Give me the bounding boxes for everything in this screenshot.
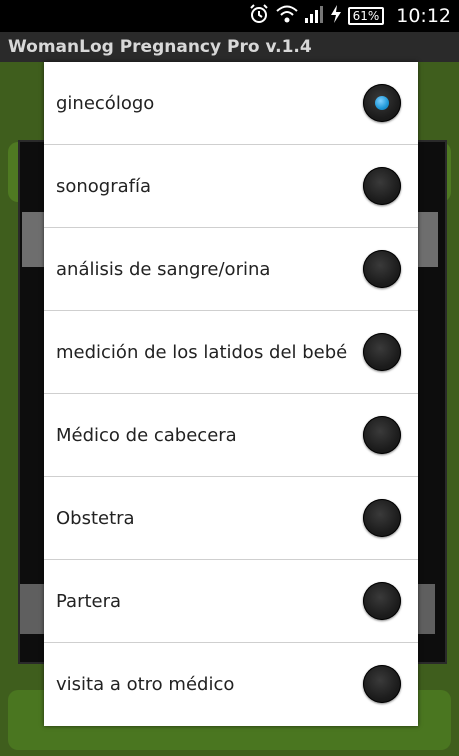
radio-unselected-icon[interactable]	[363, 665, 401, 703]
option-label: Partera	[56, 590, 122, 612]
option-otro-medico[interactable]: visita a otro médico	[44, 643, 418, 726]
app-title: WomanLog Pregnancy Pro v.1.4	[0, 32, 459, 62]
radio-unselected-icon[interactable]	[363, 416, 401, 454]
option-label: ginecólogo	[56, 92, 155, 114]
radio-unselected-icon[interactable]	[363, 333, 401, 371]
signal-icon	[304, 4, 324, 28]
option-label: visita a otro médico	[56, 674, 235, 695]
option-label: sonografía	[56, 175, 152, 197]
option-label: Médico de cabecera	[56, 424, 237, 446]
charging-icon	[330, 4, 342, 28]
selection-dialog: ginecólogo sonografía análisis de sangre…	[44, 62, 418, 726]
status-bar: 61% 10:12	[0, 0, 459, 32]
battery-icon: 61%	[347, 7, 385, 25]
radio-unselected-icon[interactable]	[363, 167, 401, 205]
radio-unselected-icon[interactable]	[363, 582, 401, 620]
option-analisis[interactable]: análisis de sangre/orina	[44, 228, 418, 311]
clock: 10:12	[396, 5, 451, 27]
wifi-icon	[275, 4, 298, 28]
option-latidos[interactable]: medición de los latidos del bebé	[44, 311, 418, 394]
option-ginecologo[interactable]: ginecólogo	[44, 62, 418, 145]
radio-unselected-icon[interactable]	[363, 250, 401, 288]
option-obstetra[interactable]: Obstetra	[44, 477, 418, 560]
option-label: medición de los latidos del bebé	[56, 341, 348, 363]
option-label: análisis de sangre/orina	[56, 258, 271, 280]
radio-selected-icon[interactable]	[363, 84, 401, 122]
option-medico-cabecera[interactable]: Médico de cabecera	[44, 394, 418, 477]
status-icons: 61% 10:12	[248, 4, 451, 28]
radio-unselected-icon[interactable]	[363, 499, 401, 537]
option-label: Obstetra	[56, 507, 135, 529]
option-sonografia[interactable]: sonografía	[44, 145, 418, 228]
option-partera[interactable]: Partera	[44, 560, 418, 643]
alarm-icon	[248, 3, 270, 29]
